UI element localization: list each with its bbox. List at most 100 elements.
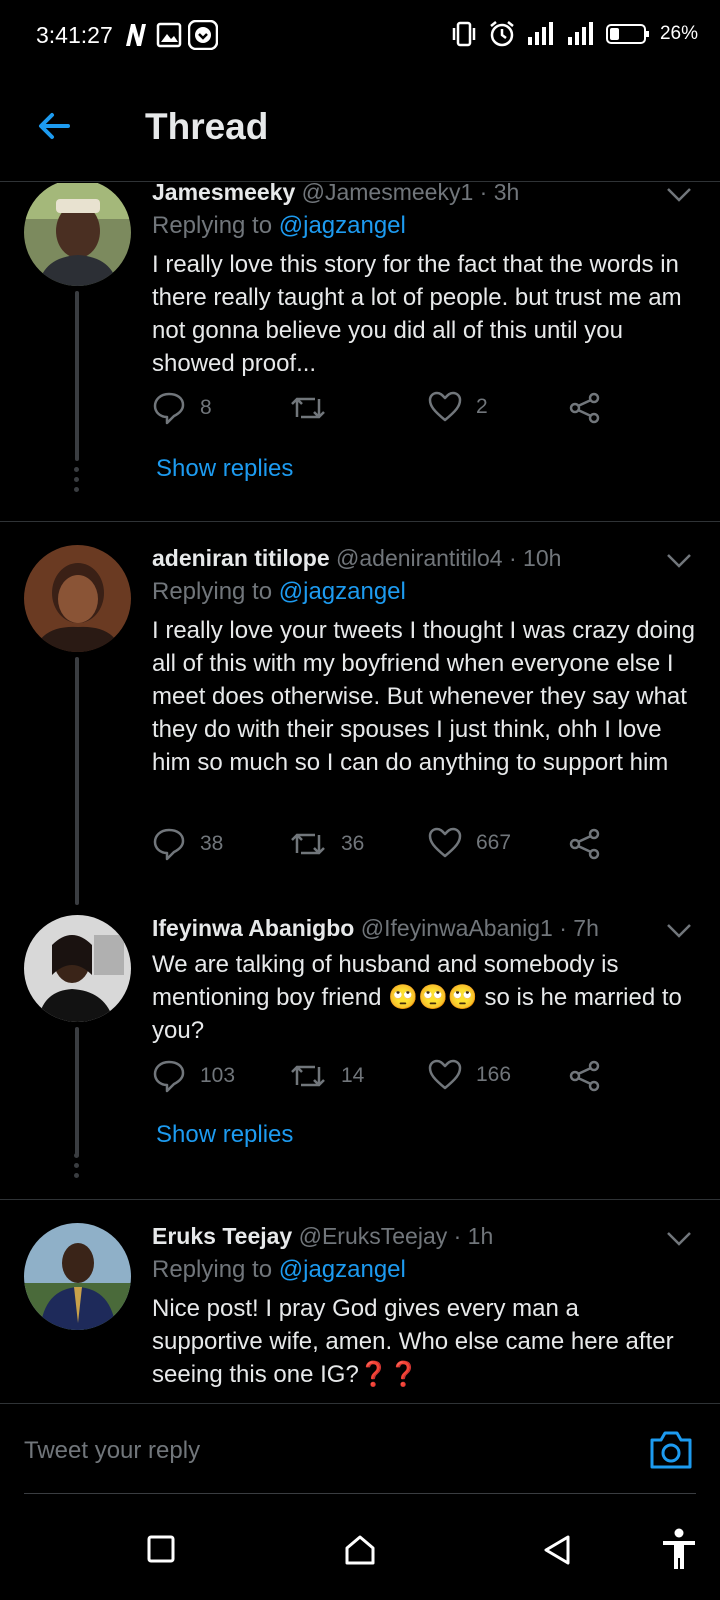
- like-action[interactable]: 2: [428, 391, 488, 423]
- retweet-count: 36: [341, 832, 365, 855]
- signal-icon: [527, 22, 553, 45]
- reply-input[interactable]: [24, 1428, 624, 1474]
- mention-link[interactable]: @jagzangel: [279, 212, 406, 239]
- mention-link[interactable]: @jagzangel: [279, 578, 406, 605]
- alarm-icon: [490, 21, 514, 47]
- like-action[interactable]: 166: [428, 1059, 511, 1091]
- chevron-down-icon[interactable]: [666, 1231, 692, 1247]
- reply-action[interactable]: 8: [152, 391, 212, 425]
- retweet-count: 14: [341, 1064, 365, 1087]
- chevron-down-icon[interactable]: [666, 187, 692, 203]
- chevron-down-icon[interactable]: [666, 923, 692, 939]
- status-time: 3:41:27: [36, 22, 113, 48]
- vibrate-icon: [452, 21, 476, 47]
- camera-button[interactable]: [648, 1428, 694, 1472]
- recents-button[interactable]: [146, 1534, 176, 1569]
- status-bar: 3:41:27 26%: [0, 0, 720, 72]
- thread-dots: [74, 467, 80, 497]
- reply-count: 38: [200, 832, 224, 855]
- tweet-time: · 7h: [559, 915, 599, 941]
- replying-label: Replying to: [152, 212, 273, 239]
- gallery-icon: [156, 22, 182, 48]
- arrow-left-icon: [39, 113, 70, 139]
- author-name[interactable]: Jamesmeeky: [152, 183, 295, 205]
- tweet-card[interactable]: adeniran titilope @adenirantitilo4 · 10h…: [0, 545, 720, 905]
- retweet-action[interactable]: [289, 391, 341, 425]
- heart-icon: [428, 1059, 462, 1090]
- tweet-text: Nice post! I pray God gives every man a …: [152, 1295, 674, 1388]
- author-handle[interactable]: @Jamesmeeky1: [302, 183, 474, 205]
- camera-icon: [650, 1431, 692, 1469]
- eye-roll-emoji: 🙄🙄🙄: [388, 984, 478, 1011]
- battery-icon: [605, 24, 649, 44]
- show-replies-link[interactable]: Show replies: [156, 455, 293, 483]
- like-count: 2: [476, 395, 488, 418]
- divider: [0, 1199, 720, 1200]
- share-icon: [569, 1060, 600, 1092]
- replying-label: Replying to: [152, 1256, 273, 1283]
- page-title: Thread: [145, 106, 269, 147]
- author-handle[interactable]: @adenirantitilo4: [336, 545, 503, 571]
- share-icon: [569, 392, 600, 424]
- tweet-card[interactable]: Ifeyinwa Abanigbo @IfeyinwaAbanig1 · 7h …: [0, 915, 720, 1185]
- tweet-time: · 3h: [479, 183, 520, 205]
- author-name[interactable]: Eruks Teejay: [152, 1223, 292, 1249]
- replying-label: Replying to: [152, 578, 273, 605]
- signal-icon: [567, 22, 593, 45]
- home-button[interactable]: [344, 1534, 376, 1571]
- thread-line: [75, 1027, 79, 1157]
- show-replies-link[interactable]: Show replies: [156, 1121, 293, 1149]
- battery-percent: 26%: [659, 23, 698, 44]
- square-icon: [147, 1535, 175, 1563]
- reply-icon: [153, 1060, 185, 1093]
- thread-line: [75, 657, 79, 905]
- avatar[interactable]: [24, 183, 131, 286]
- avatar[interactable]: [24, 915, 131, 1022]
- replying-to: Replying to @jagzangel: [152, 212, 696, 240]
- reply-action[interactable]: 38: [152, 827, 223, 861]
- back-nav-button[interactable]: [542, 1534, 572, 1571]
- back-button[interactable]: [34, 106, 74, 146]
- app-header: Thread: [0, 72, 720, 182]
- thread-dots: [74, 1153, 80, 1183]
- retweet-action[interactable]: 14: [289, 1059, 364, 1093]
- reply-action[interactable]: 103: [152, 1059, 235, 1093]
- system-nav-bar: [0, 1500, 720, 1600]
- share-action[interactable]: [568, 827, 602, 861]
- chevron-down-icon[interactable]: [666, 553, 692, 569]
- tweet-card[interactable]: Eruks Teejay @EruksTeejay · 1h Replying …: [0, 1223, 720, 1403]
- netflix-icon: [126, 24, 146, 46]
- author-name[interactable]: adeniran titilope: [152, 545, 330, 571]
- reply-icon: [153, 828, 185, 861]
- tweet-time: · 1h: [453, 1223, 494, 1249]
- reply-icon: [153, 392, 185, 425]
- tweet-card[interactable]: Jamesmeeky @Jamesmeeky1 · 3h Replying to…: [0, 183, 720, 519]
- heart-icon: [428, 391, 462, 422]
- thread-feed[interactable]: Jamesmeeky @Jamesmeeky1 · 3h Replying to…: [0, 183, 720, 1403]
- input-underline: [24, 1493, 696, 1494]
- retweet-action[interactable]: 36: [289, 827, 364, 861]
- replying-to: Replying to @jagzangel: [152, 1256, 696, 1284]
- tweet-time: · 10h: [508, 545, 562, 571]
- back-triangle-icon: [544, 1535, 570, 1565]
- tweet-meta: Ifeyinwa Abanigbo @IfeyinwaAbanig1 · 7h: [152, 915, 696, 942]
- divider: [0, 521, 720, 522]
- share-action[interactable]: [568, 1059, 602, 1093]
- reply-count: 8: [200, 396, 212, 419]
- share-icon: [569, 828, 600, 860]
- author-handle[interactable]: @EruksTeejay: [299, 1223, 448, 1249]
- retweet-icon: [291, 397, 325, 419]
- author-name[interactable]: Ifeyinwa Abanigbo: [152, 915, 354, 941]
- accessibility-button[interactable]: [660, 1528, 698, 1575]
- share-action[interactable]: [568, 391, 602, 425]
- retweet-icon: [291, 833, 325, 855]
- accessibility-icon: [663, 1528, 695, 1569]
- tweet-meta: adeniran titilope @adenirantitilo4 · 10h: [152, 545, 696, 572]
- author-handle[interactable]: @IfeyinwaAbanig1: [361, 915, 553, 941]
- avatar[interactable]: [24, 1223, 131, 1330]
- like-count: 667: [476, 831, 512, 854]
- mention-link[interactable]: @jagzangel: [279, 1256, 406, 1283]
- retweet-icon: [291, 1065, 325, 1087]
- avatar[interactable]: [24, 545, 131, 652]
- like-action[interactable]: 667: [428, 827, 511, 859]
